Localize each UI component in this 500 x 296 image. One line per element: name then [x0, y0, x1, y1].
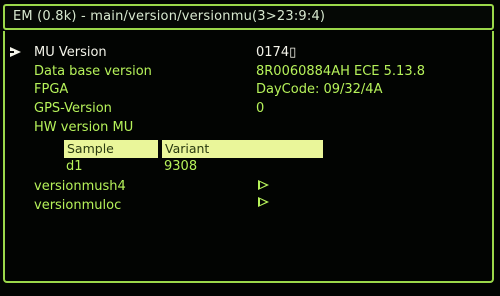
- menu-item-label: MU Version: [34, 45, 107, 60]
- table-header-sample: Sample: [64, 140, 158, 158]
- title-bar: EM (0.8k) - main/version/versionmu(3>23:…: [3, 4, 494, 30]
- selection-cursor-notch: [10, 51, 14, 53]
- submenu-versionmuloc[interactable]: versionmuloc: [34, 198, 121, 213]
- menu-item-label: HW version MU: [34, 120, 134, 135]
- data-base-version-value: 8R0060884AH ECE 5.13.8: [256, 64, 425, 79]
- menu-item-hw-version-mu[interactable]: HW version MU: [34, 120, 133, 135]
- menu-item-mu-version[interactable]: MU Version: [34, 45, 107, 60]
- em-screen: EM (0.8k) - main/version/versionmu(3>23:…: [0, 0, 500, 296]
- menu-item-label: FPGA: [34, 82, 69, 97]
- menu-item-data-base-version[interactable]: Data base version: [34, 64, 152, 79]
- submenu-label: versionmuloc: [34, 198, 122, 213]
- window-title: EM (0.8k) - main/version/versionmu(3>23:…: [13, 9, 326, 24]
- menu-item-gps-version[interactable]: GPS-Version: [34, 101, 112, 116]
- menu-item-fpga[interactable]: FPGA: [34, 82, 68, 97]
- menu-item-label: Data base version: [34, 64, 152, 79]
- play-arrow-icon[interactable]: [258, 197, 269, 207]
- table-header-variant: Variant: [162, 140, 323, 158]
- play-arrow-icon[interactable]: [258, 180, 269, 190]
- menu-item-label: GPS-Version: [34, 101, 112, 116]
- fpga-value: DayCode: 09/32/4A: [256, 82, 383, 97]
- gps-version-value: 0: [256, 101, 265, 116]
- mu-version-value: 0174▯: [256, 45, 297, 60]
- table-cell-variant: 9308: [164, 159, 198, 174]
- submenu-versionmush4[interactable]: versionmush4: [34, 179, 126, 194]
- submenu-label: versionmush4: [34, 179, 126, 194]
- table-cell-sample: d1: [66, 159, 83, 174]
